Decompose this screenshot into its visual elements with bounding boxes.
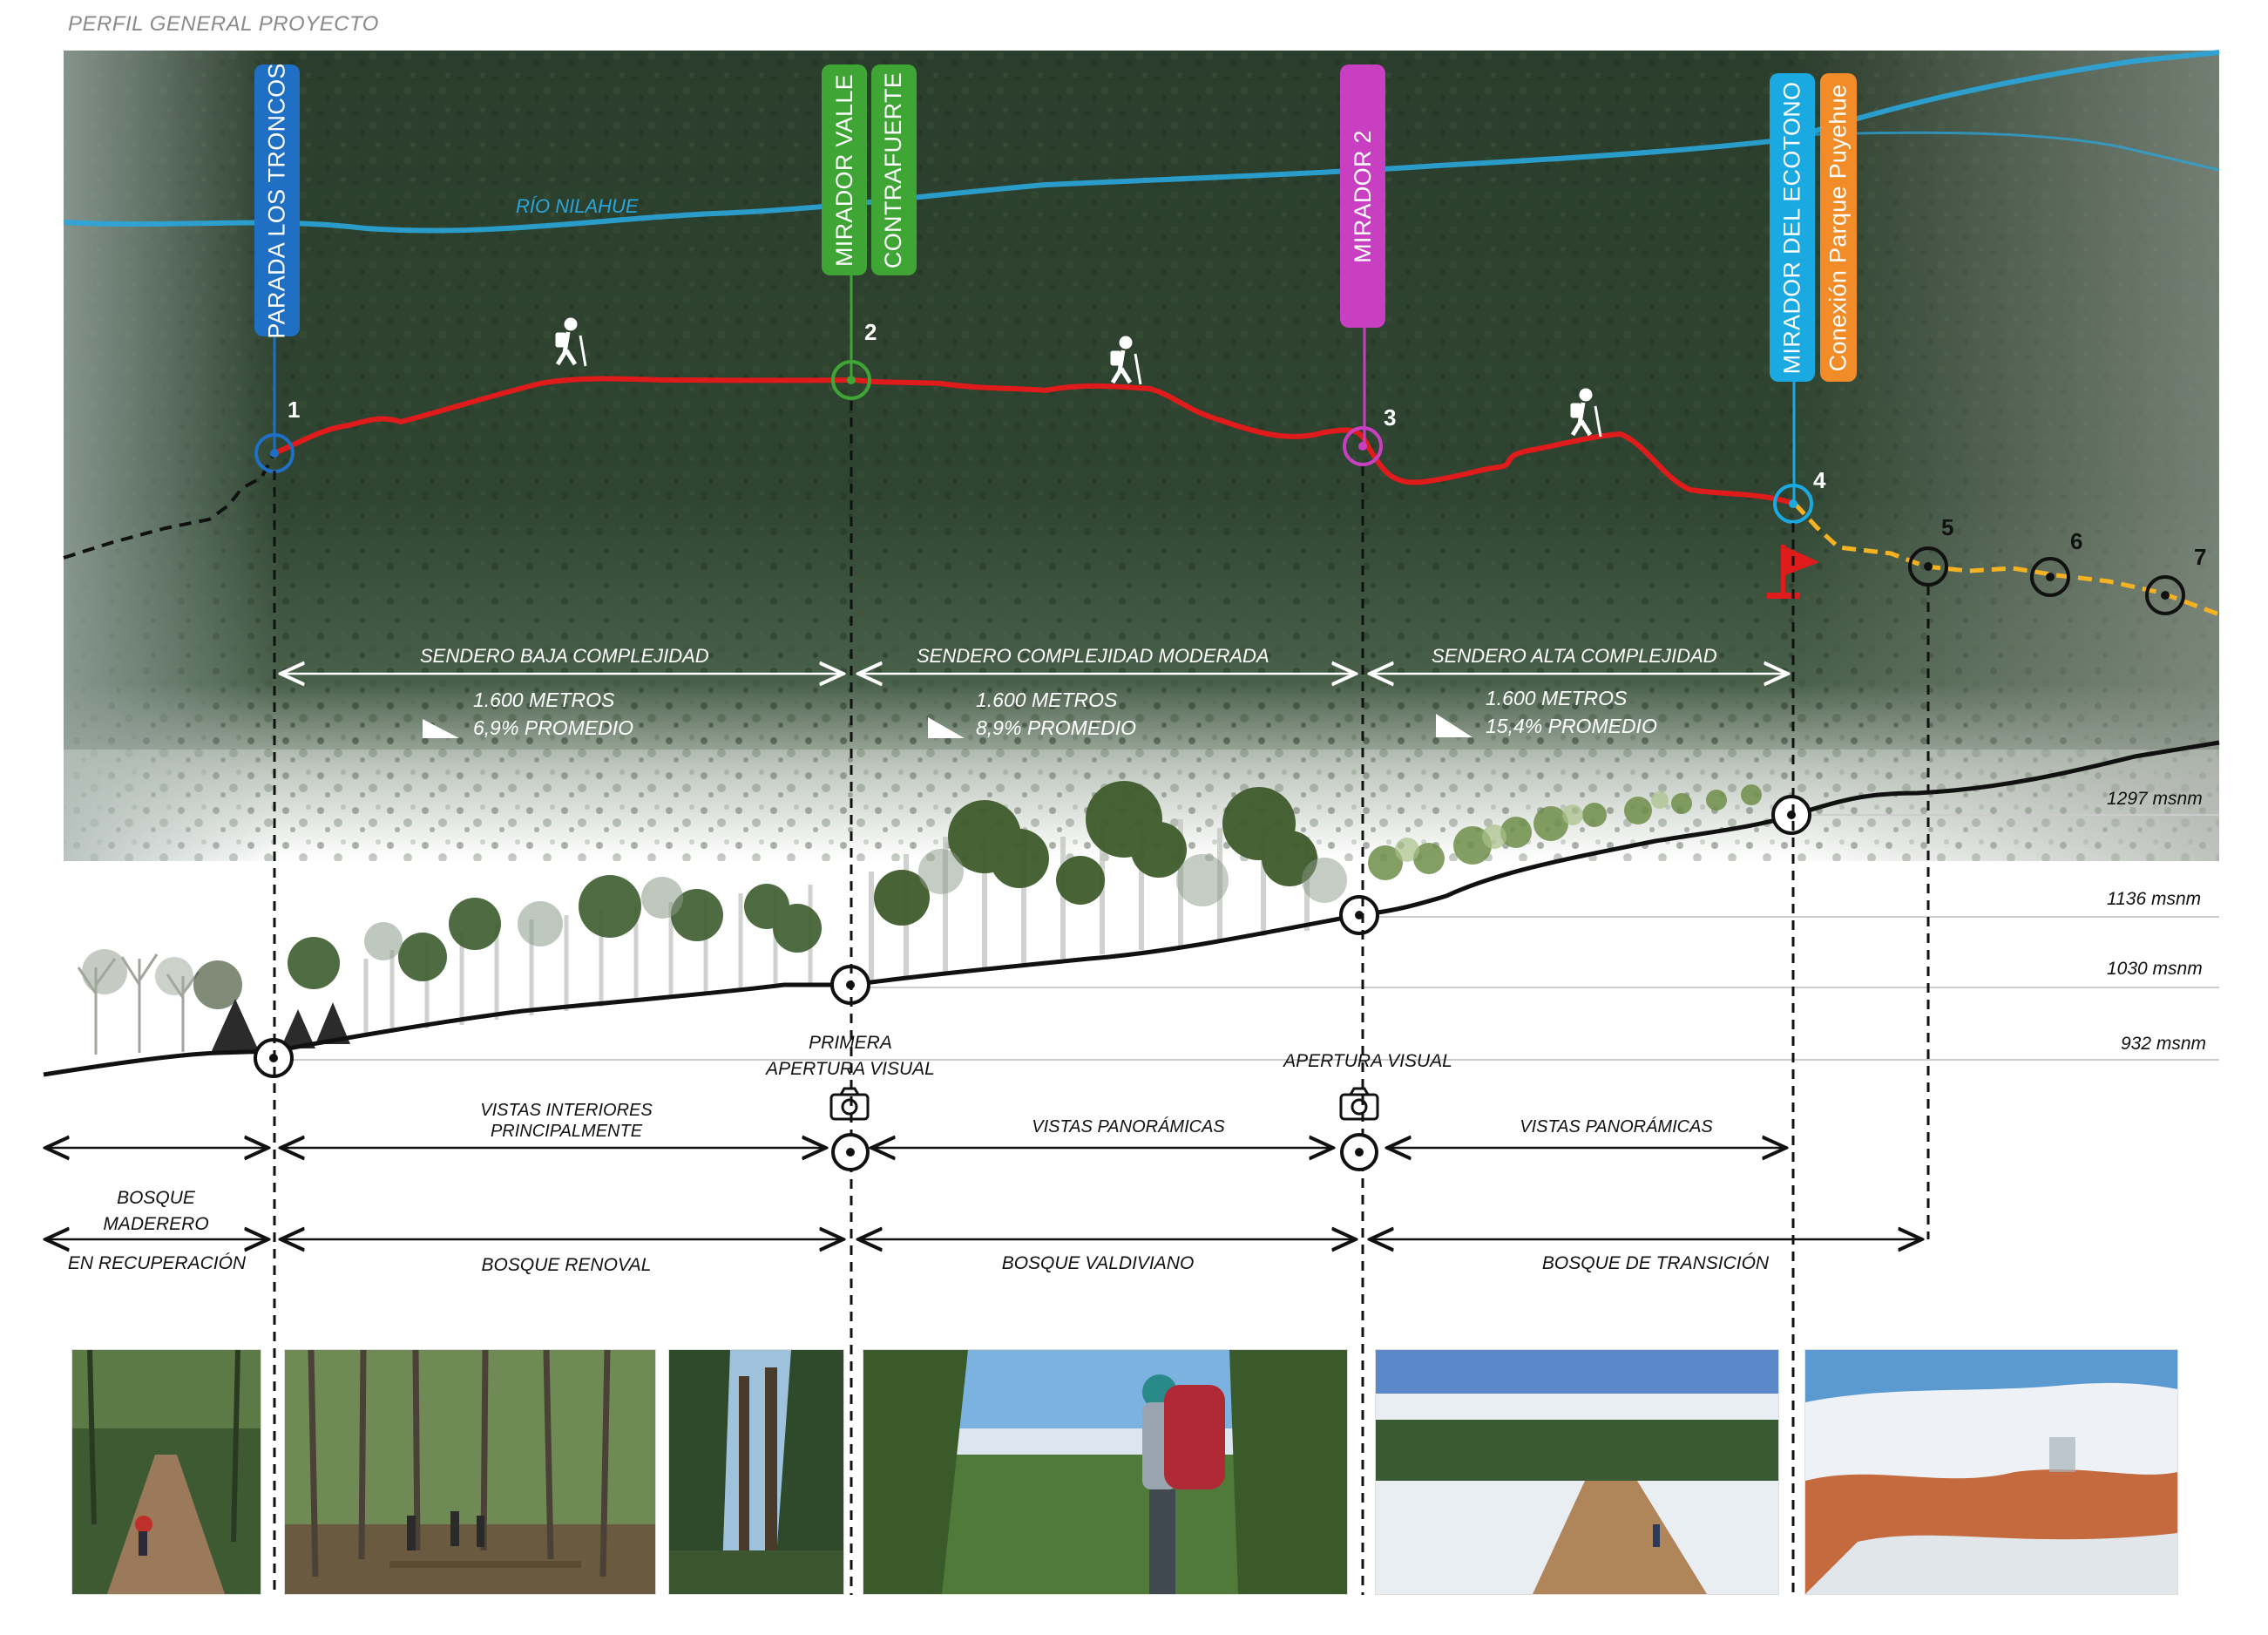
segment-distance-2: 1.600 METROS: [976, 689, 1118, 711]
elevation-label-1297: 1297 msnm: [2107, 789, 2203, 809]
tag-mirador-2[interactable]: MIRADOR 2: [1340, 64, 1385, 328]
segment-name-2: SENDERO COMPLEJIDAD MODERADA: [917, 645, 1269, 667]
point-label-3: 3: [1384, 404, 1397, 431]
tag-mirador-del-ecotono[interactable]: MIRADOR DEL ECOTONO: [1770, 73, 1815, 382]
forest-label-valdiviano: BOSQUE VALDIVIANO: [1001, 1253, 1195, 1273]
segment-name-3: SENDERO ALTA COMPLEJIDAD: [1432, 645, 1717, 667]
point-label-6: 6: [2070, 528, 2083, 554]
photo-transition-snow: [1375, 1349, 1779, 1595]
segment-distance-1: 1.600 METROS: [473, 689, 615, 711]
camera-icon: [1339, 1087, 1379, 1121]
forest-label-recuperacion: EN RECUPERACIÓN: [67, 1253, 247, 1273]
photo-maderero-trail: [71, 1349, 261, 1595]
views-label-2: VISTAS PANORÁMICAS: [1032, 1117, 1225, 1136]
elevation-label-1030: 1030 msnm: [2107, 959, 2203, 979]
river-label: RÍO NILAHUE: [516, 195, 639, 217]
tag-mirador-valle[interactable]: MIRADOR VALLE: [822, 64, 867, 275]
elevation-label-1136: 1136 msnm: [2107, 889, 2202, 909]
views-label-1: VISTAS INTERIORES PRINCIPALMENTE: [480, 1101, 653, 1141]
point-label-1: 1: [288, 397, 301, 423]
tag-contrafuerte[interactable]: CONTRAFUERTE: [871, 64, 917, 275]
segment-distance-3: 1.600 METROS: [1486, 687, 1628, 709]
point-label-2: 2: [864, 319, 877, 345]
views-label-3: VISTAS PANORÁMICAS: [1520, 1117, 1713, 1136]
forest-label-transicion: BOSQUE DE TRANSICIÓN: [1541, 1253, 1770, 1273]
segment-slope-2: 8,9% PROMEDIO: [976, 716, 1137, 739]
forest-label-renoval: BOSQUE RENOVAL: [481, 1255, 652, 1275]
first-visual-opening-label: PRIMERA APERTURA VISUAL: [766, 1033, 935, 1079]
point-label-7: 7: [2194, 544, 2207, 570]
point-label-5: 5: [1941, 514, 1954, 540]
photo-puyehue-volcanic: [1804, 1349, 2178, 1595]
elevation-label-932: 932 msnm: [2121, 1034, 2207, 1054]
tag-conexion-parque-puyehue[interactable]: Conexión Parque Puyehue: [1820, 73, 1857, 382]
photo-tall-trees: [668, 1349, 844, 1595]
segment-slope-1: 6,9% PROMEDIO: [473, 716, 634, 739]
segment-name-1: SENDERO BAJA COMPLEJIDAD: [420, 645, 709, 667]
diagram-root: PERFIL GENERAL PROYECTO RÍO NILAHUE PARA…: [0, 0, 2268, 1635]
camera-icon: [829, 1087, 870, 1121]
tag-parada-los-troncos[interactable]: PARADA LOS TRONCOS: [254, 63, 300, 338]
photo-renoval-forest: [284, 1349, 656, 1595]
forest-label-maderero: BOSQUE MADERERO: [103, 1188, 209, 1234]
point-label-4: 4: [1813, 467, 1826, 493]
segment-slope-3: 15,4% PROMEDIO: [1486, 715, 1657, 737]
photo-valdiviano-view: [863, 1349, 1348, 1595]
visual-opening-label: APERTURA VISUAL: [1283, 1051, 1452, 1071]
